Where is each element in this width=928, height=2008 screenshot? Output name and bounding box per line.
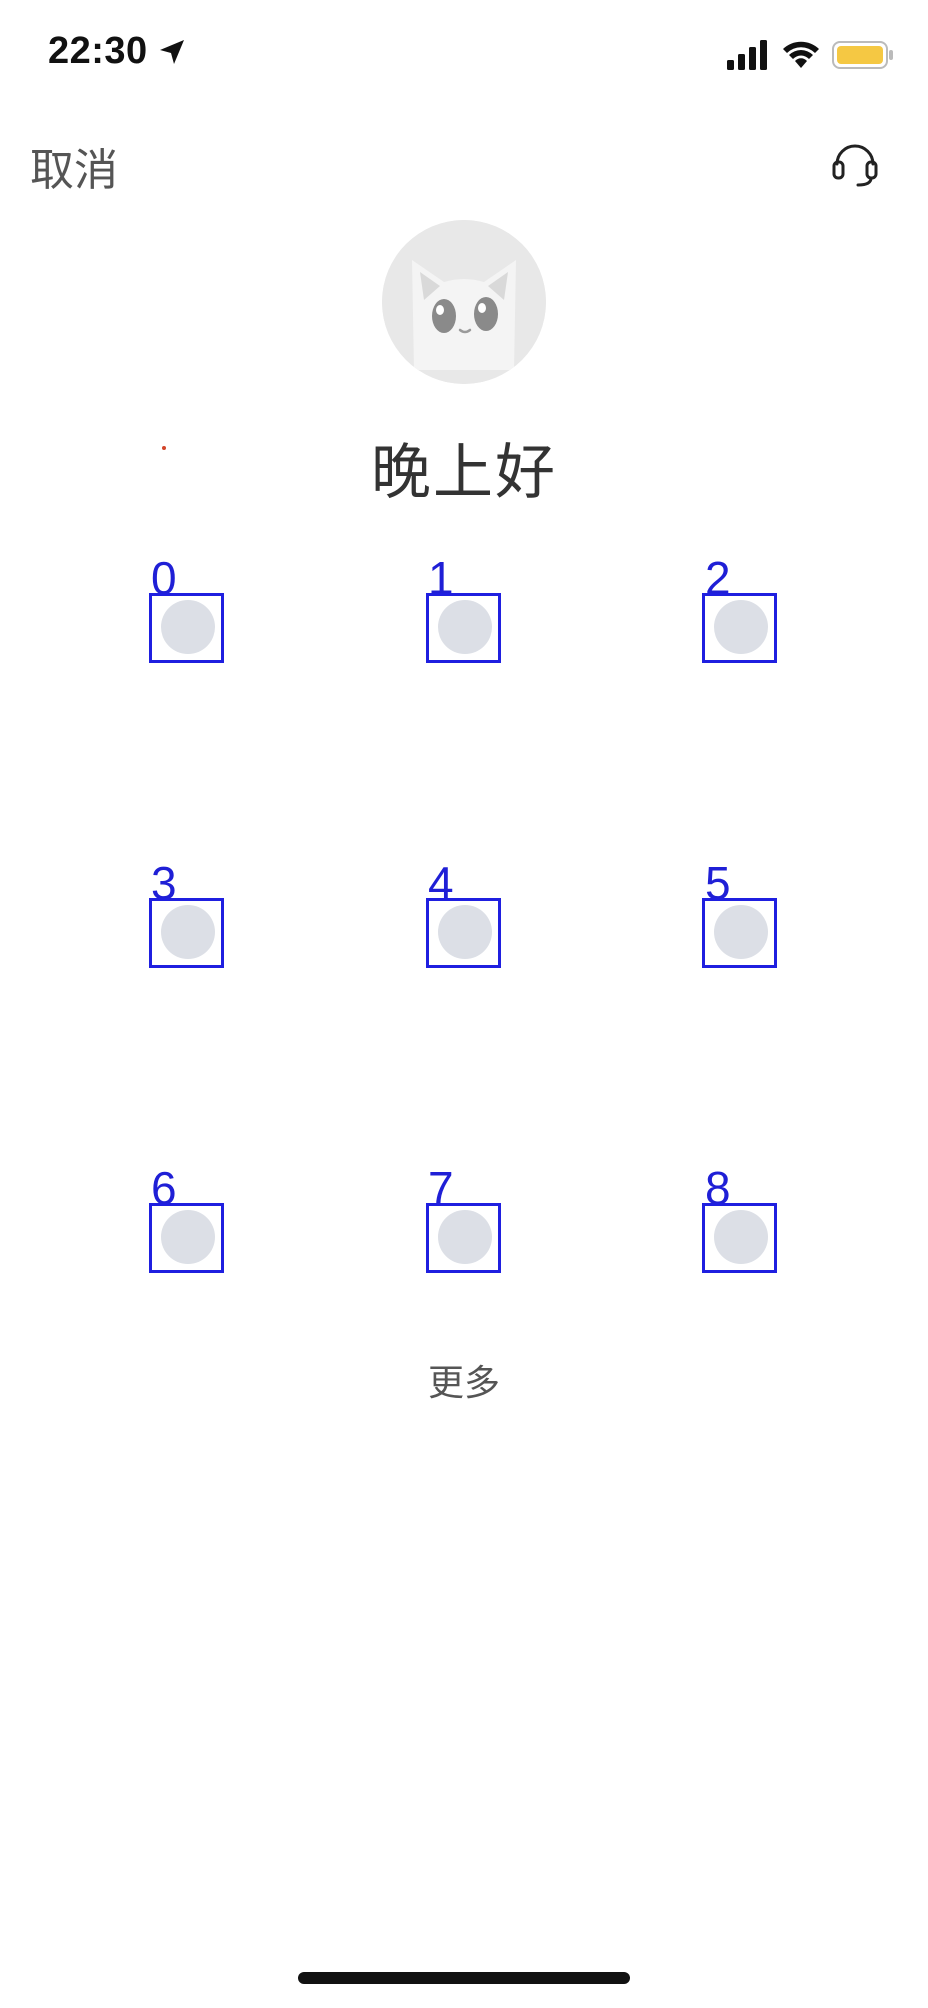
cancel-button[interactable]: 取消 [30,134,118,198]
account-avatar [438,1210,492,1264]
cat-avatar-icon [382,220,546,384]
account-item[interactable] [426,898,501,968]
account-item[interactable] [149,1203,224,1273]
account-item[interactable] [426,593,501,663]
wifi-icon [783,41,819,68]
account-avatar [438,905,492,959]
greeting-title: 晚上好 [371,438,557,508]
home-indicator[interactable] [298,1972,630,1984]
account-avatar [438,600,492,654]
signal-icon [727,40,767,70]
screen: 22:30 取消 晚上好 0 1 2 3 4 5 6 7 8 更多 [0,0,928,2008]
headset-icon[interactable] [830,138,880,188]
account-item[interactable] [702,593,777,663]
account-avatar [161,905,215,959]
more-button[interactable]: 更多 [0,1354,928,1406]
account-item[interactable] [149,898,224,968]
account-avatar [714,905,768,959]
battery-icon [832,41,893,69]
avatar [382,220,546,384]
status-time: 22:30 [48,30,148,72]
account-item[interactable] [702,898,777,968]
account-item[interactable] [702,1203,777,1273]
account-item[interactable] [149,593,224,663]
account-avatar [714,1210,768,1264]
account-avatar [714,600,768,654]
account-item[interactable] [426,1203,501,1273]
account-avatar [161,1210,215,1264]
account-avatar [161,600,215,654]
location-arrow-icon [160,40,184,64]
